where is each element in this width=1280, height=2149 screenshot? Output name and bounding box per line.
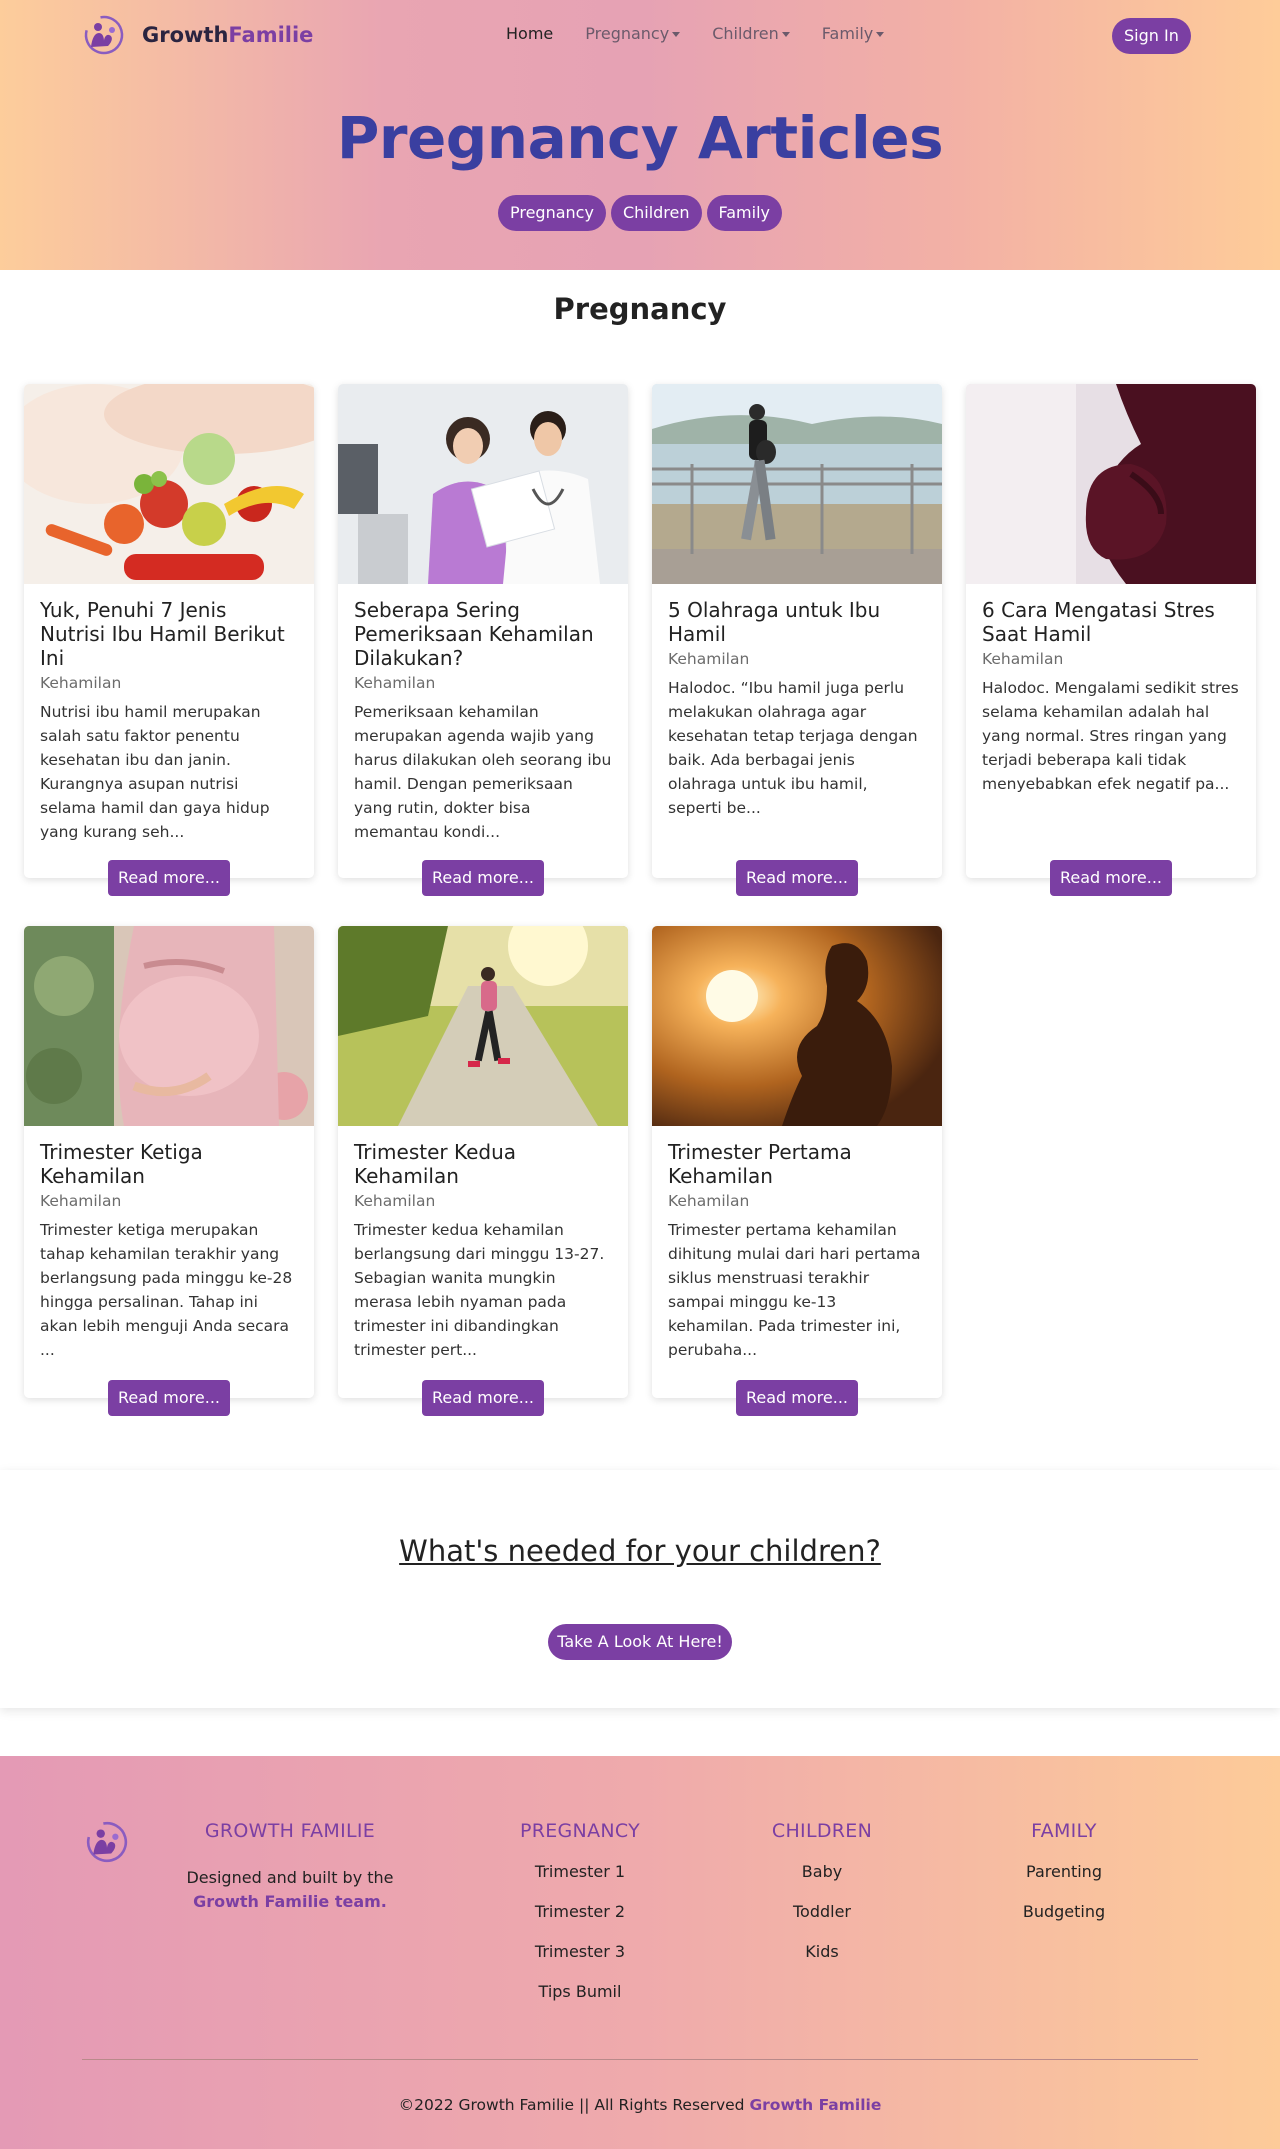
- article-card: Yuk, Penuhi 7 Jenis Nutrisi Ibu Hamil Be…: [24, 384, 314, 896]
- footer-link-trimester-3[interactable]: Trimester 3: [480, 1941, 680, 1962]
- article-card: Trimester Ketiga Kehamilan Kehamilan Tri…: [24, 926, 314, 1416]
- read-more-button[interactable]: Read more...: [736, 1380, 858, 1416]
- page-title: Pregnancy Articles: [336, 104, 944, 172]
- article-image-fruits: [24, 384, 314, 584]
- article-category: Kehamilan: [668, 1192, 750, 1210]
- read-more-button[interactable]: Read more...: [108, 860, 230, 896]
- article-image-pink-dress: [24, 926, 314, 1126]
- footer-link-parenting[interactable]: Parenting: [964, 1861, 1164, 1882]
- article-category: Kehamilan: [668, 650, 750, 668]
- article-card: 5 Olahraga untuk Ibu Hamil Kehamilan Hal…: [652, 384, 942, 896]
- article-image-sunset-silhouette: [652, 926, 942, 1126]
- article-category: Kehamilan: [40, 674, 122, 692]
- nav-family-dropdown[interactable]: Family: [822, 24, 885, 43]
- read-more-button[interactable]: Read more...: [736, 860, 858, 896]
- caret-down-icon: [781, 32, 790, 37]
- article-image-walking: [652, 384, 942, 584]
- article-category: Kehamilan: [982, 650, 1064, 668]
- footer-family-heading: Family: [1031, 1820, 1097, 1842]
- footer-copyright-link[interactable]: Growth Familie: [749, 2096, 881, 2114]
- article-card: Trimester Pertama Kehamilan Kehamilan Tr…: [652, 926, 942, 1416]
- pill-children[interactable]: Children: [610, 195, 702, 231]
- footer-pregnancy-heading: Pregnancy: [519, 1820, 641, 1842]
- article-title[interactable]: 6 Cara Mengatasi Stres Saat Hamil: [982, 598, 1240, 646]
- nav-pregnancy-dropdown[interactable]: Pregnancy: [585, 24, 681, 43]
- navbar: GrowthFamilie Home Pregnancy Children Fa…: [0, 0, 1280, 70]
- cta-title-link[interactable]: What's needed for your children?: [0, 1534, 1280, 1568]
- article-title[interactable]: Trimester Pertama Kehamilan: [668, 1140, 926, 1188]
- nav-links: Home Pregnancy Children Family: [506, 24, 916, 43]
- footer: Growth Familie Designed and built by the…: [0, 1756, 1280, 2149]
- footer-brand-column: Growth Familie Designed and built by the…: [170, 1820, 410, 1914]
- caret-down-icon: [876, 32, 885, 37]
- footer-link-baby[interactable]: Baby: [722, 1861, 922, 1882]
- article-image-park-path: [338, 926, 628, 1126]
- brand-logo-icon: [84, 15, 124, 55]
- read-more-button[interactable]: Read more...: [422, 860, 544, 896]
- article-title[interactable]: 5 Olahraga untuk Ibu Hamil: [668, 598, 926, 646]
- article-title[interactable]: Yuk, Penuhi 7 Jenis Nutrisi Ibu Hamil Be…: [40, 598, 298, 670]
- section-title: Pregnancy: [553, 292, 727, 326]
- pill-pregnancy[interactable]: Pregnancy: [497, 195, 606, 231]
- footer-team-link[interactable]: Growth Familie team.: [170, 1890, 410, 1914]
- footer-link-tips-bumil[interactable]: Tips Bumil: [480, 1981, 680, 2002]
- brand-name: GrowthFamilie: [142, 23, 314, 47]
- footer-brand-heading: Growth Familie: [204, 1820, 376, 1842]
- article-title[interactable]: Trimester Ketiga Kehamilan: [40, 1140, 298, 1188]
- footer-children-heading: Children: [771, 1820, 873, 1842]
- footer-brand-description: Designed and built by the Growth Familie…: [170, 1866, 410, 1914]
- footer-link-kids[interactable]: Kids: [722, 1941, 922, 1962]
- article-excerpt: Trimester ketiga merupakan tahap kehamil…: [40, 1221, 293, 1359]
- footer-pregnancy-column: Pregnancy Trimester 1 Trimester 2 Trimes…: [480, 1820, 680, 2002]
- article-title[interactable]: Trimester Kedua Kehamilan: [354, 1140, 612, 1188]
- footer-link-trimester-2[interactable]: Trimester 2: [480, 1901, 680, 1922]
- footer-divider: [82, 2059, 1198, 2060]
- article-image-doctor: [338, 384, 628, 584]
- article-excerpt: Pemeriksaan kehamilan merupakan agenda w…: [354, 703, 612, 841]
- footer-link-toddler[interactable]: Toddler: [722, 1901, 922, 1922]
- article-card: 6 Cara Mengatasi Stres Saat Hamil Kehami…: [966, 384, 1256, 896]
- pill-family[interactable]: Family: [706, 195, 782, 231]
- article-card: Seberapa Sering Pemeriksaan Kehamilan Di…: [338, 384, 628, 896]
- sign-in-button[interactable]: Sign In: [1112, 18, 1191, 54]
- category-pills: Pregnancy Children Family: [0, 195, 1280, 231]
- hero-header: GrowthFamilie Home Pregnancy Children Fa…: [0, 0, 1280, 270]
- footer-link-trimester-1[interactable]: Trimester 1: [480, 1861, 680, 1882]
- article-category: Kehamilan: [40, 1192, 122, 1210]
- article-excerpt: Trimester pertama kehamilan dihitung mul…: [668, 1221, 921, 1359]
- read-more-button[interactable]: Read more...: [422, 1380, 544, 1416]
- brand[interactable]: GrowthFamilie: [82, 14, 313, 56]
- take-a-look-button[interactable]: Take A Look At Here!: [548, 1624, 732, 1660]
- read-more-button[interactable]: Read more...: [108, 1380, 230, 1416]
- article-category: Kehamilan: [354, 1192, 436, 1210]
- footer-family-column: Family Parenting Budgeting: [964, 1820, 1164, 1922]
- article-title[interactable]: Seberapa Sering Pemeriksaan Kehamilan Di…: [354, 598, 612, 670]
- article-image-silhouette-burgundy: [966, 384, 1256, 584]
- footer-copyright: ©2022 Growth Familie || All Rights Reser…: [398, 2096, 882, 2114]
- footer-link-budgeting[interactable]: Budgeting: [964, 1901, 1164, 1922]
- article-card: Trimester Kedua Kehamilan Kehamilan Trim…: [338, 926, 628, 1416]
- children-cta-section: What's needed for your children? Take A …: [0, 1470, 1280, 1708]
- article-excerpt: Halodoc. “Ibu hamil juga perlu melakukan…: [668, 679, 918, 817]
- article-excerpt: Trimester kedua kehamilan berlangsung da…: [354, 1221, 605, 1359]
- nav-home[interactable]: Home: [506, 24, 553, 43]
- nav-children-dropdown[interactable]: Children: [712, 24, 790, 43]
- read-more-button[interactable]: Read more...: [1050, 860, 1172, 896]
- article-category: Kehamilan: [354, 674, 436, 692]
- article-excerpt: Halodoc. Mengalami sedikit stres selama …: [982, 679, 1239, 793]
- article-excerpt: Nutrisi ibu hamil merupakan salah satu f…: [40, 703, 270, 841]
- footer-children-column: Children Baby Toddler Kids: [722, 1820, 922, 1962]
- caret-down-icon: [672, 32, 681, 37]
- brand-logo-icon: [86, 1821, 128, 1863]
